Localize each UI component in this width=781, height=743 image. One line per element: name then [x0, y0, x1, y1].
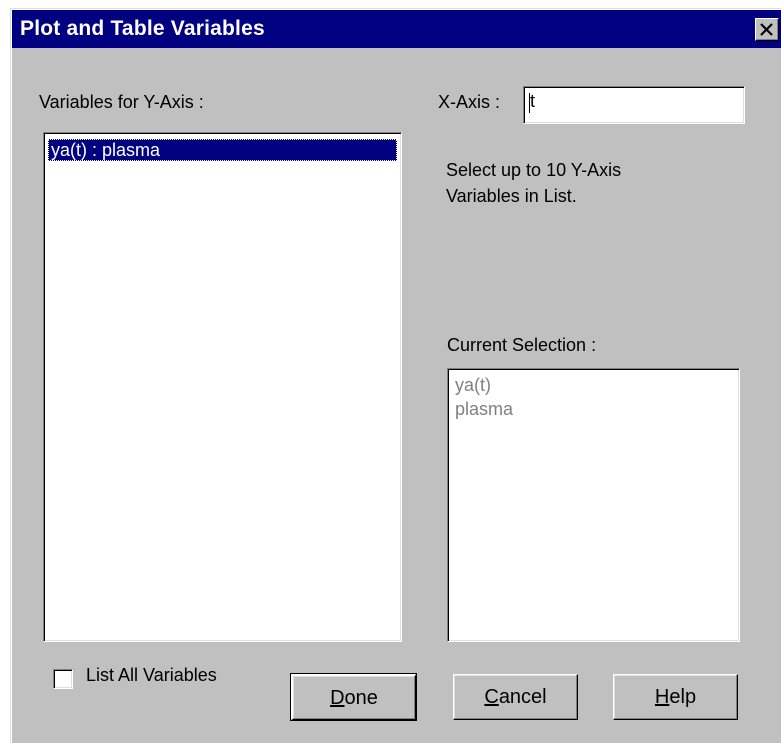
xaxis-label: X-Axis : — [438, 92, 501, 112]
done-mnemonic: D — [330, 687, 345, 709]
help-label-rest: elp — [669, 686, 697, 708]
window-title: Plot and Table Variables — [20, 17, 265, 40]
plot-table-variables-dialog: Plot and Table Variables Variables for Y… — [10, 8, 781, 743]
help-button[interactable]: Help — [613, 674, 738, 720]
current-selection-box: ya(t) plasma — [447, 368, 740, 642]
cancel-label-rest: ancel — [498, 686, 547, 708]
help-mnemonic: H — [654, 686, 670, 708]
close-button[interactable] — [755, 18, 779, 41]
instruction-line-2: Variables in List. — [446, 186, 577, 206]
list-all-variables-checkbox[interactable] — [53, 669, 73, 689]
current-selection-line-1: ya(t) — [455, 375, 491, 395]
current-selection-label: Current Selection : — [447, 335, 597, 355]
yaxis-variables-listbox[interactable]: ya(t) : plasma — [43, 132, 402, 642]
title-bar[interactable]: Plot and Table Variables — [12, 10, 781, 48]
yaxis-label: Variables for Y-Axis : — [39, 92, 204, 112]
xaxis-input[interactable]: t — [523, 86, 745, 124]
close-icon — [760, 23, 773, 36]
done-button[interactable]: Done — [290, 673, 417, 721]
cancel-mnemonic: C — [484, 686, 499, 708]
xaxis-value: t — [530, 91, 536, 111]
done-label-rest: one — [344, 687, 378, 709]
yaxis-list-item-selected[interactable]: ya(t) : plasma — [48, 139, 397, 161]
cancel-button[interactable]: Cancel — [453, 674, 578, 720]
list-all-variables-label[interactable]: List All Variables — [86, 665, 217, 686]
instruction-line-1: Select up to 10 Y-Axis — [446, 160, 622, 180]
current-selection-line-2: plasma — [455, 399, 514, 419]
